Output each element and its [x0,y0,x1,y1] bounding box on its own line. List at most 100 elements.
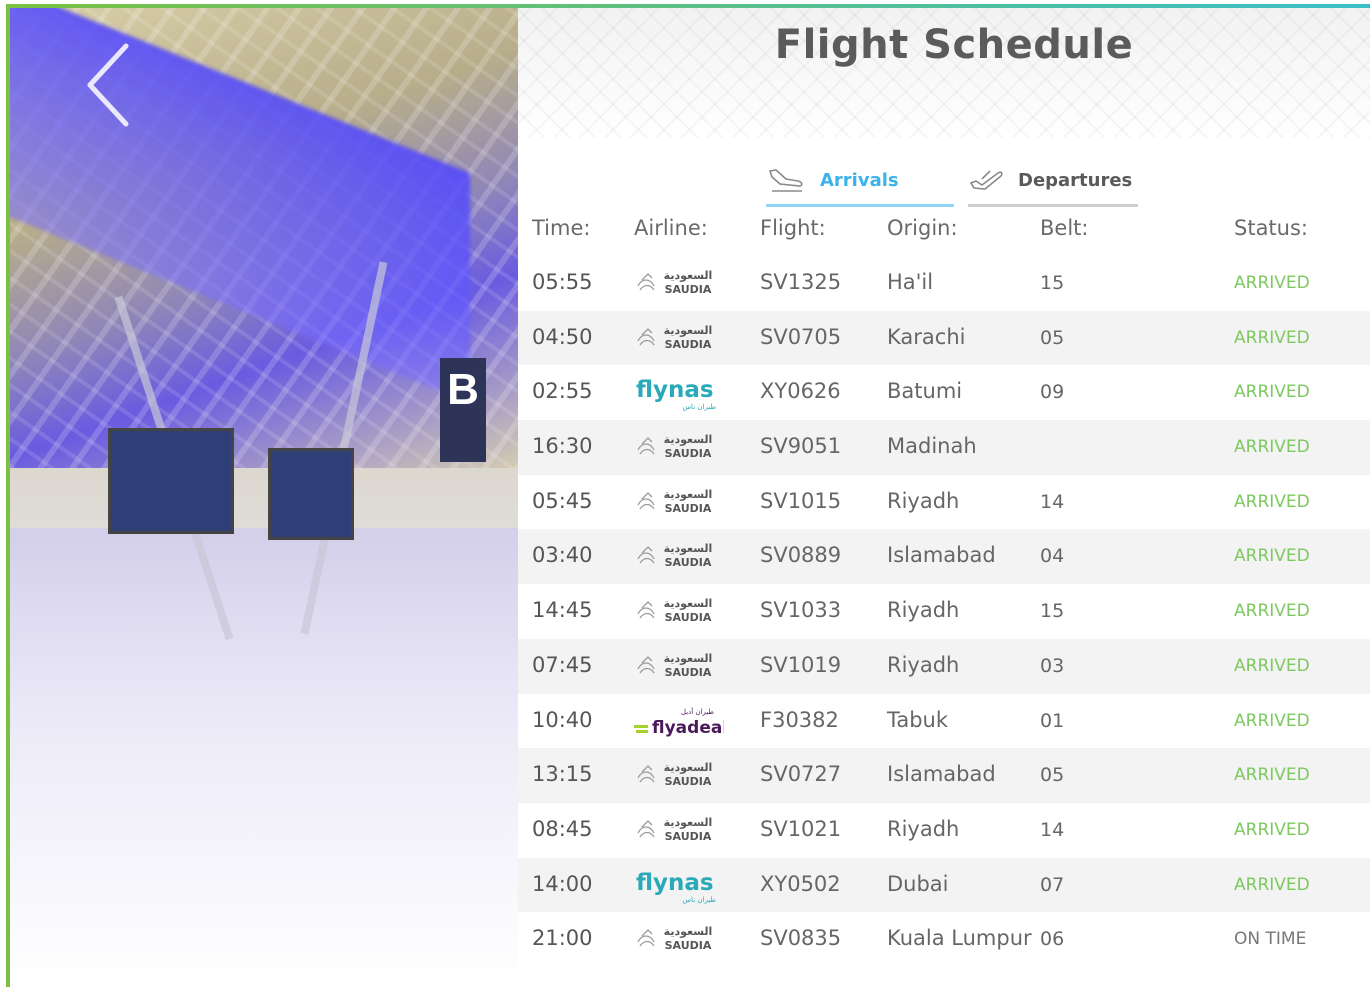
tab-arrivals-label: Arrivals [820,169,899,191]
flyadeal-logo: طيران أديل flyadeal [634,707,724,738]
table-row[interactable]: 13:15 السعودية SAUDIA SV0727 Islamabad 0… [518,748,1370,803]
saudia-logo: السعودية SAUDIA [637,652,712,679]
cell-flight: F30382 [760,707,839,732]
cell-origin: Riyadh [887,816,960,841]
cell-flight: SV1033 [760,598,842,623]
cell-airline: السعودية SAUDIA [634,811,754,851]
cell-time: 05:55 [532,270,593,294]
cell-flight: SV0705 [760,324,842,349]
header-status: Status: [1234,216,1308,240]
cell-airline: السعودية SAUDIA [634,264,754,304]
photo-flight-board [108,428,234,534]
saudia-logo: السعودية SAUDIA [637,433,713,460]
saudia-logo: السعودية SAUDIA [637,269,713,296]
cell-time: 02:55 [532,379,593,404]
tab-departures-label: Departures [1018,169,1133,191]
cell-origin: Madinah [887,434,977,459]
logo-arabic-text: السعودية [664,761,713,774]
table-header: Time: Airline: Flight: Origin: Belt: Sta… [518,208,1370,256]
logo-arabic-text: طيران ناس [683,896,717,904]
cell-flight: XY0502 [760,871,841,896]
cell-status: ARRIVED [1234,874,1310,895]
flynas-logo: flynas طيران ناس [636,870,717,904]
cell-status: ARRIVED [1234,655,1310,676]
cell-airline: السعودية SAUDIA [634,920,754,960]
table-row[interactable]: 14:45 السعودية SAUDIA SV1033 Riyadh 15 A… [518,584,1370,639]
logo-arabic-text: السعودية [664,925,713,938]
cell-airline: flynas طيران ناس [634,373,754,413]
cell-flight: SV0889 [760,543,842,568]
cell-status: ON TIME [1234,929,1307,950]
chevron-left-icon[interactable] [82,40,142,130]
cell-status: ARRIVED [1234,327,1310,348]
cell-origin: Dubai [887,871,949,896]
cell-status: ARRIVED [1234,491,1310,512]
cell-time: 08:45 [532,816,593,841]
cell-status: ARRIVED [1234,819,1310,840]
table-row[interactable]: 02:55 flynas طيران ناس XY0626 Batumi 09 … [518,365,1370,420]
table-row[interactable]: 04:50 السعودية SAUDIA SV0705 Karachi 05 … [518,310,1370,366]
saudia-logo: السعودية SAUDIA [637,816,713,843]
saudia-logo: السعودية SAUDIA [637,597,713,624]
logo-arabic-text: السعودية [664,488,713,501]
cell-time: 13:15 [532,762,593,787]
photo-flight-board [268,448,354,540]
cell-status: ARRIVED [1234,273,1310,293]
tab-arrivals[interactable]: Arrivals [766,156,954,207]
logo-latin-text: SAUDIA [665,666,712,679]
cell-flight: SV1021 [760,816,842,841]
logo-arabic-text: السعودية [664,433,713,446]
logo-arabic-text: السعودية [664,816,713,829]
cell-time: 07:45 [532,652,593,677]
logo-latin-text: SAUDIA [665,939,712,952]
cell-origin: Islamabad [887,762,996,787]
cell-airline: طيران أديل flyadeal [634,702,754,742]
cell-origin: Riyadh [887,598,960,623]
cell-belt: 15 [1040,600,1065,623]
photo-floor [10,528,518,987]
table-row[interactable]: 16:30 السعودية SAUDIA SV9051 Madinah ARR… [518,420,1370,475]
cell-flight: XY0626 [760,379,841,404]
table-row[interactable]: 08:45 السعودية SAUDIA SV1021 Riyadh 14 A… [518,803,1370,858]
cell-flight: SV1325 [760,270,842,294]
table-row[interactable]: 14:00 flynas طيران ناس XY0502 Dubai 07 A… [518,857,1370,913]
table-row[interactable]: 21:00 السعودية SAUDIA SV0835 Kuala Lumpu… [518,912,1370,967]
cell-origin: Karachi [887,324,966,349]
cell-status: ARRIVED [1234,710,1310,731]
logo-latin-text: flyadeal [652,718,724,738]
table-row[interactable]: 03:40 السعودية SAUDIA SV0889 Islamabad 0… [518,529,1370,585]
table-row[interactable]: 05:45 السعودية SAUDIA SV1015 Riyadh 14 A… [518,475,1370,530]
cell-origin: Riyadh [887,652,960,677]
cell-time: 21:00 [532,926,593,951]
cell-belt: 07 [1040,873,1065,896]
table-row[interactable]: 07:45 السعودية SAUDIA SV1019 Riyadh 03 A… [518,638,1370,694]
plane-landing-icon [768,169,803,192]
logo-latin-text: SAUDIA [665,611,712,624]
tab-departures[interactable]: Departures [968,156,1138,207]
cell-time: 03:40 [532,543,593,568]
schedule-panel: Flight Schedule Arrivals Departures Time… [518,8,1370,987]
cell-origin: Kuala Lumpur [887,926,1032,951]
schedule-tabs: Arrivals Departures [766,156,1146,210]
cell-belt: 09 [1040,381,1065,404]
table-row[interactable]: 10:40 طيران أديل flyadeal F30382 Tabuk 0… [518,694,1370,749]
cell-airline: السعودية SAUDIA [634,592,754,632]
logo-arabic-text: السعودية [664,597,713,610]
cell-belt: 01 [1040,709,1065,732]
table-row[interactable]: 05:55 السعودية SAUDIA SV1325 Ha'il 15 AR… [518,256,1370,311]
cell-airline: السعودية SAUDIA [634,756,754,796]
cell-status: ARRIVED [1234,437,1310,458]
cell-belt: 05 [1040,764,1065,787]
cell-origin: Batumi [887,379,963,404]
cell-belt: 14 [1040,490,1065,513]
logo-latin-text: SAUDIA [665,338,712,351]
logo-latin-text: flynas [636,377,714,403]
logo-latin-text: SAUDIA [665,283,712,296]
cell-status: ARRIVED [1234,601,1310,622]
cell-airline: السعودية SAUDIA [634,319,754,359]
logo-latin-text: SAUDIA [665,556,712,569]
logo-arabic-text: السعودية [664,269,713,282]
airport-photo: B [10,8,518,987]
logo-latin-text: SAUDIA [665,775,712,788]
cell-flight: SV0727 [760,762,842,787]
